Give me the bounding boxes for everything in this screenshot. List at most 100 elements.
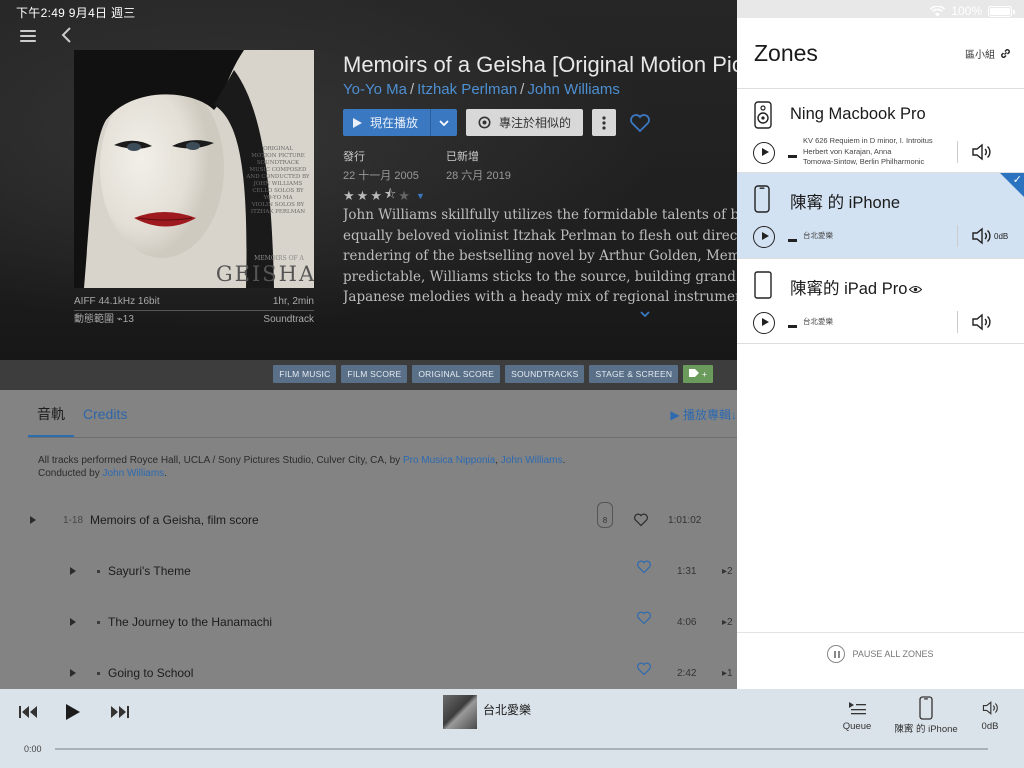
checkmark-icon: ✓ (1012, 174, 1022, 186)
star-icon[interactable]: ★ (357, 188, 369, 204)
genre-tag[interactable]: SOUNDTRACKS (505, 365, 585, 383)
release-date: 22 十一月 2005 (343, 170, 419, 182)
track-duration: 2:42 (677, 667, 697, 679)
volume-button[interactable]: 0dB (976, 695, 1004, 732)
album-cover-image: ORIGINAL MOTION PICTURE SOUNDTRACK MUSIC CO… (74, 50, 314, 288)
speaker-device-icon (754, 101, 772, 129)
heart-icon[interactable] (636, 559, 652, 574)
zone-volume-level: 0dB (994, 232, 1009, 241)
artist-link[interactable]: John Williams (527, 81, 620, 98)
track-row[interactable]: Going to School 2:42 ▸1 (0, 653, 737, 690)
volume-icon[interactable] (970, 311, 992, 333)
heart-icon[interactable] (636, 610, 652, 625)
play-icon (353, 117, 362, 128)
star-icon[interactable]: ⯪ (384, 185, 396, 207)
focus-similar-button[interactable]: 專注於相似的 (466, 109, 584, 136)
genre-tags: FILM MUSIC FILM SCORE ORIGINAL SCORE SOUNDT… (273, 365, 713, 383)
chevron-down-icon (439, 119, 449, 126)
zone-now-playing: 台北愛樂 (803, 231, 833, 240)
star-icon[interactable]: ★ (398, 188, 410, 204)
album-detail-lower: 音軌 Credits ▶ 播放專輯↓ All tracks performed … (0, 390, 737, 690)
added-info: 已新增 28 六月 2019 (446, 148, 511, 183)
play-options-dropdown-button[interactable] (430, 109, 458, 136)
performance-credits: All tracks performed Royce Hall, UCLA / … (38, 455, 566, 479)
battery-icon (988, 5, 1015, 17)
tab-tracks[interactable]: 音軌 (28, 390, 74, 438)
zone-play-button[interactable] (753, 142, 775, 164)
credit-link[interactable]: John Williams (103, 468, 165, 479)
genre-tag[interactable]: FILM SCORE (341, 365, 408, 383)
heart-icon[interactable] (636, 661, 652, 676)
album-artists: Yo-Yo Ma / Itzhak Perlman / John Williams (343, 81, 620, 98)
genre-tag-bar: FILM MUSIC FILM SCORE ORIGINAL SCORE SOUNDT… (0, 360, 737, 390)
play-now-button[interactable]: 現在播放 (343, 109, 431, 136)
track-title[interactable]: Sayuri's Theme (108, 564, 191, 578)
queue-button[interactable]: Queue (840, 695, 874, 732)
track-count-badge: 8 (597, 502, 613, 528)
status-bar: 下午2:49 9月4日 週三 100% (0, 0, 1024, 22)
genre-tag[interactable]: ORIGINAL SCORE (412, 365, 501, 383)
zone-item-ipad[interactable]: 陳寗的 iPad Pro 台北愛樂 (737, 259, 1024, 345)
track-title[interactable]: Memoirs of a Geisha, film score (90, 513, 259, 527)
artist-link[interactable]: Itzhak Perlman (417, 81, 517, 98)
zone-item-macbook[interactable]: Ning Macbook Pro KV 626 Requiem in D min… (737, 89, 1024, 175)
track-title[interactable]: The Journey to the Hanamachi (108, 615, 272, 629)
album-genre[interactable]: Soundtrack (263, 313, 314, 327)
zone-name: Ning Macbook Pro (790, 105, 926, 123)
seek-bar[interactable] (55, 748, 988, 750)
more-options-button[interactable] (592, 109, 617, 136)
track-group-row[interactable]: 1-18 Memoirs of a Geisha, film score 8 1… (0, 500, 737, 540)
eye-icon (909, 285, 923, 294)
play-triangle-icon[interactable] (70, 567, 76, 575)
track-row[interactable]: The Journey to the Hanamachi 4:06 ▸2 (0, 602, 737, 642)
hamburger-menu-icon[interactable] (20, 30, 36, 44)
rating-dropdown-icon[interactable]: ▼ (416, 191, 425, 201)
tab-credits[interactable]: Credits (74, 390, 136, 438)
track-title[interactable]: Going to School (108, 666, 193, 680)
zone-item-iphone[interactable]: 陳寗 的 iPhone 台北愛樂 0dB ✓ (737, 173, 1024, 259)
volume-icon[interactable] (970, 225, 992, 247)
back-chevron-icon[interactable] (60, 26, 80, 48)
credit-link[interactable]: Pro Musica Nipponia (403, 455, 495, 466)
group-zones-button[interactable]: 區小組 (965, 46, 1012, 61)
album-review: John Williams skillfully utilizes the fo… (343, 207, 737, 305)
dynamic-range: 動態範圍 ⌁13 (74, 314, 134, 325)
battery-percent: 100% (951, 4, 982, 18)
expand-review-chevron-icon[interactable] (640, 306, 650, 320)
zone-play-button[interactable] (753, 226, 775, 248)
expand-triangle-icon[interactable] (30, 516, 36, 524)
play-album-link[interactable]: ▶ 播放專輯↓ (670, 406, 737, 423)
zone-play-button[interactable] (753, 312, 775, 334)
added-date: 28 六月 2019 (446, 170, 511, 182)
next-track-icon[interactable] (110, 705, 129, 719)
star-icon[interactable]: ★ (343, 188, 355, 204)
pause-all-zones-button[interactable]: PAUSE ALL ZONES (737, 632, 1024, 674)
track-duration: 1:31 (677, 565, 697, 577)
play-triangle-icon[interactable] (70, 618, 76, 626)
tag-icon (689, 369, 700, 377)
credit-link[interactable]: John Williams (501, 455, 563, 466)
genre-tag[interactable]: STAGE & SCREEN (589, 365, 679, 383)
player-bar: 台北愛樂 Queue 陳寗 的 iPhone 0dB 0:00 (0, 689, 1024, 768)
play-triangle-icon[interactable] (70, 669, 76, 677)
now-playing-thumbnail[interactable] (443, 695, 477, 729)
album-cover-credits: ORIGINAL MOTION PICTURE SOUNDTRACK MUSIC CO… (245, 146, 310, 215)
star-icon[interactable]: ★ (370, 188, 382, 204)
zone-selector-button[interactable]: 陳寗 的 iPhone (893, 695, 959, 735)
previous-track-icon[interactable] (19, 705, 38, 719)
heart-icon[interactable] (633, 512, 649, 527)
artist-link[interactable]: Yo-Yo Ma (343, 81, 407, 98)
add-tag-button[interactable]: + (683, 365, 713, 383)
favorite-heart-icon[interactable] (628, 111, 652, 135)
track-row[interactable]: Sayuri's Theme 1:31 ▸2 (0, 551, 737, 591)
play-icon[interactable] (65, 703, 81, 721)
ipad-device-icon (754, 271, 772, 299)
now-playing-title[interactable]: 台北愛樂 (483, 701, 531, 718)
track-duration: 4:06 (677, 616, 697, 628)
album-cover-prefix: MEMOIRS OF A (254, 255, 304, 262)
volume-icon[interactable] (970, 141, 992, 163)
elapsed-time: 0:00 (24, 744, 42, 754)
zone-name: 陳寗的 iPad Pro (790, 275, 923, 299)
genre-tag[interactable]: FILM MUSIC (273, 365, 337, 383)
rating-stars[interactable]: ★ ★ ★ ⯪ ★ ▼ (343, 185, 425, 207)
